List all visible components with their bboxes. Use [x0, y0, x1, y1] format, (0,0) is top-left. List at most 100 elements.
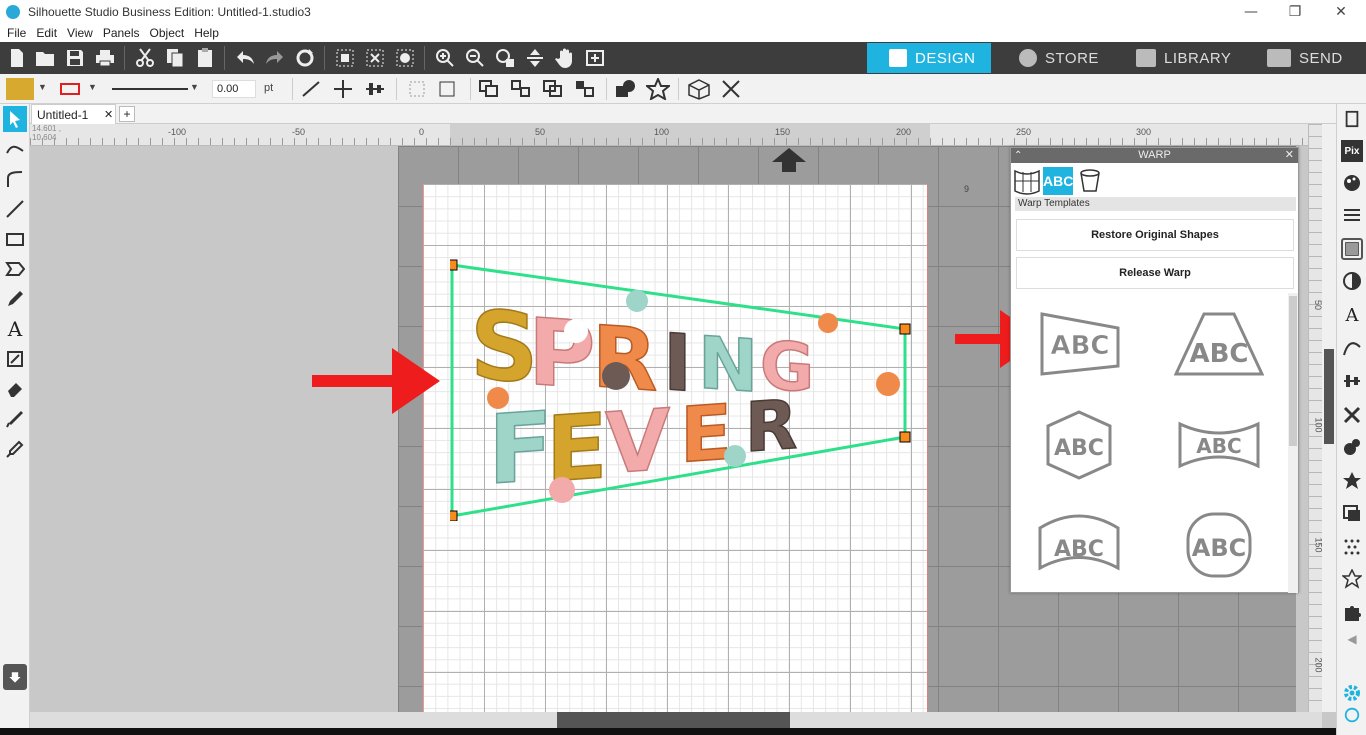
eraser-icon[interactable]: [3, 376, 27, 402]
tab-store[interactable]: STORE: [997, 43, 1099, 73]
menu-panels[interactable]: Panels: [103, 26, 140, 40]
print-icon[interactable]: [92, 46, 118, 70]
release-warp-button[interactable]: Release Warp: [1016, 257, 1294, 289]
undo-icon[interactable]: [232, 46, 258, 70]
copy-icon[interactable]: [162, 46, 188, 70]
zoom-in-icon[interactable]: [432, 46, 458, 70]
replicate-icon[interactable]: [1341, 436, 1363, 458]
zoom-selected-icon[interactable]: [492, 46, 518, 70]
handle-top-right[interactable]: [899, 323, 911, 335]
text-to-path-icon[interactable]: [1341, 336, 1363, 358]
eyedropper-icon[interactable]: [3, 436, 27, 462]
paste-icon[interactable]: [192, 46, 218, 70]
3d-box-icon[interactable]: [686, 78, 712, 100]
knife-tool-icon[interactable]: [3, 406, 27, 432]
handle-top-left[interactable]: [450, 259, 458, 271]
library-panel-icon[interactable]: [3, 664, 27, 690]
refresh-icon[interactable]: [292, 46, 318, 70]
line-style-preview[interactable]: [112, 88, 188, 90]
send-backward-icon[interactable]: [542, 79, 564, 99]
warp-mesh-tab-icon[interactable]: [1013, 167, 1041, 195]
text-style-icon[interactable]: A: [1341, 304, 1363, 326]
template-hexagon[interactable]: ABC: [1034, 410, 1124, 480]
modify-star-icon[interactable]: [1341, 470, 1363, 492]
warp-panel-icon[interactable]: [1341, 238, 1363, 260]
cut-icon[interactable]: [132, 46, 158, 70]
warp-templates-tab[interactable]: ABC: [1043, 167, 1073, 195]
settings-gear-icon[interactable]: [1341, 682, 1363, 704]
close-tab-button[interactable]: ✕: [104, 108, 113, 121]
tab-design-label[interactable]: DESIGN: [867, 43, 976, 73]
align-icon[interactable]: [364, 79, 386, 99]
line-tool-icon[interactable]: [300, 79, 322, 99]
warp-cylinder-tab-icon[interactable]: [1077, 167, 1103, 195]
redo-icon[interactable]: [262, 46, 288, 70]
polygon-tool-icon[interactable]: [3, 256, 27, 282]
select-by-color-icon[interactable]: [392, 46, 418, 70]
spring-fever-design[interactable]: S P R I N G F E V E R: [450, 256, 920, 521]
vertical-scroll-thumb[interactable]: [1324, 349, 1334, 444]
document-tab[interactable]: Untitled-1 ✕: [31, 104, 116, 124]
tab-send[interactable]: SEND: [1245, 43, 1343, 73]
select-all-icon[interactable]: [332, 46, 358, 70]
vertical-scrollbar[interactable]: [1322, 124, 1336, 712]
warp-panel-scroll-thumb[interactable]: [1289, 296, 1297, 446]
open-folder-icon[interactable]: [32, 46, 58, 70]
collapse-arrow-icon[interactable]: ◀: [1341, 628, 1363, 650]
align-panel-icon[interactable]: [1341, 370, 1363, 392]
warp-panel-scrollbar[interactable]: [1288, 293, 1298, 593]
offset-icon[interactable]: [1341, 502, 1363, 524]
new-file-icon[interactable]: [4, 46, 30, 70]
bring-forward-icon[interactable]: [510, 79, 532, 99]
tab-library[interactable]: LIBRARY: [1114, 43, 1231, 73]
edit-points-icon[interactable]: [3, 136, 27, 162]
minimize-button[interactable]: —: [1228, 0, 1274, 24]
template-trapezoid[interactable]: ABC: [1174, 310, 1264, 380]
add-page-icon[interactable]: [582, 46, 608, 70]
menu-help[interactable]: Help: [194, 26, 219, 40]
pan-hand-icon[interactable]: [552, 46, 578, 70]
pixscan-icon[interactable]: Pix: [1341, 140, 1363, 162]
menu-view[interactable]: View: [67, 26, 93, 40]
deselect-icon[interactable]: [362, 46, 388, 70]
save-icon[interactable]: [62, 46, 88, 70]
select-pointer-icon[interactable]: [3, 106, 27, 132]
pencil-tool-icon[interactable]: [3, 286, 27, 312]
line-color-dropdown-icon[interactable]: ▼: [88, 82, 97, 92]
zoom-out-icon[interactable]: [462, 46, 488, 70]
bring-to-front-icon[interactable]: [478, 79, 500, 99]
curve-tool-icon[interactable]: [3, 166, 27, 192]
send-to-back-icon[interactable]: [574, 79, 596, 99]
handle-bottom-left[interactable]: [450, 510, 458, 521]
transparency-icon[interactable]: [1341, 270, 1363, 292]
trace-icon[interactable]: [1341, 536, 1363, 558]
sync-icon[interactable]: [1341, 704, 1363, 726]
fill-color-swatch[interactable]: [6, 78, 34, 100]
template-bowtie[interactable]: ABC: [1174, 410, 1264, 480]
template-barrel[interactable]: ABC: [1174, 510, 1264, 580]
template-flag-left[interactable]: ABC: [1034, 310, 1124, 380]
close-x-icon[interactable]: [720, 79, 742, 99]
transform-icon[interactable]: [1341, 404, 1363, 426]
menu-edit[interactable]: Edit: [36, 26, 57, 40]
collapse-panel-icon[interactable]: ⌃: [1014, 148, 1022, 163]
fit-to-page-icon[interactable]: [522, 46, 548, 70]
text-edit-icon[interactable]: [3, 346, 27, 372]
menu-object[interactable]: Object: [150, 26, 185, 40]
template-arch[interactable]: ABC: [1034, 510, 1124, 580]
handle-bottom-right[interactable]: [899, 431, 911, 443]
move-icon[interactable]: [332, 79, 354, 99]
horizontal-scrollbar[interactable]: [30, 712, 1322, 728]
group-icon[interactable]: [406, 79, 428, 99]
menu-file[interactable]: File: [7, 26, 26, 40]
line-style-panel-icon[interactable]: [1341, 204, 1363, 226]
ungroup-icon[interactable]: [436, 79, 458, 99]
line-draw-icon[interactable]: [3, 196, 27, 222]
add-tab-button[interactable]: +: [119, 106, 135, 122]
puzzle-icon[interactable]: [1341, 602, 1363, 624]
rhinestone-star-icon[interactable]: [1341, 568, 1363, 590]
line-color-swatch[interactable]: [60, 83, 80, 95]
close-window-button[interactable]: ✕: [1318, 0, 1364, 24]
line-width-input[interactable]: 0.00: [212, 80, 256, 98]
close-panel-icon[interactable]: ✕: [1285, 148, 1294, 163]
